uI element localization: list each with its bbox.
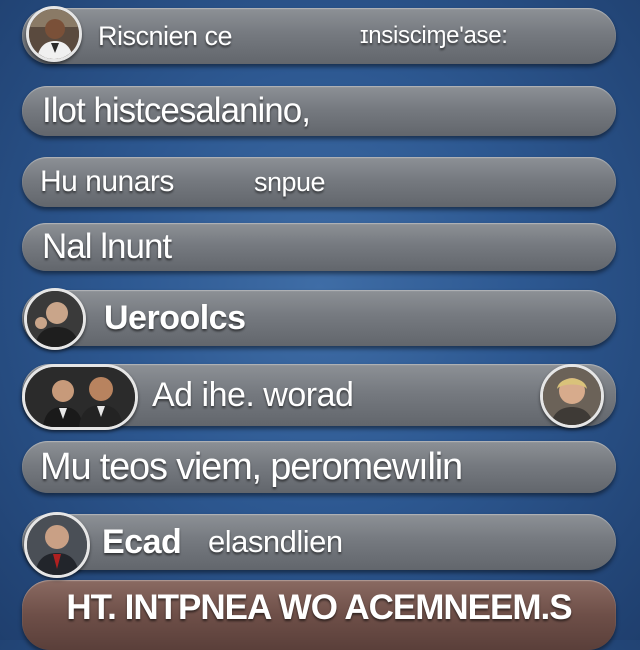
avatar[interactable]	[24, 512, 90, 578]
banner-label: HT. INTPNEA WO ACEMNEEM.S	[66, 588, 572, 627]
list-item-sublabel: snpue	[254, 166, 326, 197]
list-item[interactable]: Hu nunars snpue	[22, 157, 616, 207]
contact-list-screen: Riscnien ce ɪnsisciɱe'ase: Ilot histcesa…	[0, 0, 640, 650]
list-item[interactable]: Ueroolcs	[22, 290, 616, 346]
people-photo-icon	[25, 367, 135, 427]
list-item-sublabel: elasndlien	[208, 524, 343, 559]
person-photo-icon	[27, 515, 87, 575]
person-photo-icon	[543, 367, 601, 425]
list-item-label: Ilot histcesalanino,	[42, 91, 311, 130]
list-item-sublabel: ɪnsisciɱe'ase:	[360, 22, 508, 49]
avatar-group[interactable]	[22, 364, 138, 430]
list-item-label: Ecad	[102, 522, 182, 561]
avatar[interactable]	[24, 288, 86, 350]
list-item-label: Ueroolcs	[104, 298, 246, 337]
list-item[interactable]: Nal lnunt	[22, 223, 616, 271]
list-item-label: Riscnien ce	[98, 20, 233, 51]
avatar[interactable]	[540, 364, 604, 428]
list-item[interactable]: Mu teos viem, peromewılin	[22, 441, 616, 493]
list-item-label: Mu teos viem, peromewılin	[40, 445, 463, 488]
list-item[interactable]: Ecad elasndlien	[22, 514, 616, 570]
list-item[interactable]: Ilot histcesalanino,	[22, 86, 616, 136]
list-item-label: Hu nunars	[40, 165, 174, 198]
avatar[interactable]	[26, 6, 82, 62]
person-photo-icon	[27, 291, 83, 347]
person-photo-icon	[29, 9, 79, 59]
list-item[interactable]: Riscnien ce ɪnsisciɱe'ase:	[22, 8, 616, 64]
list-item-label: Nal lnunt	[42, 227, 172, 266]
list-item-label: Ad ihe. worad	[152, 375, 354, 414]
